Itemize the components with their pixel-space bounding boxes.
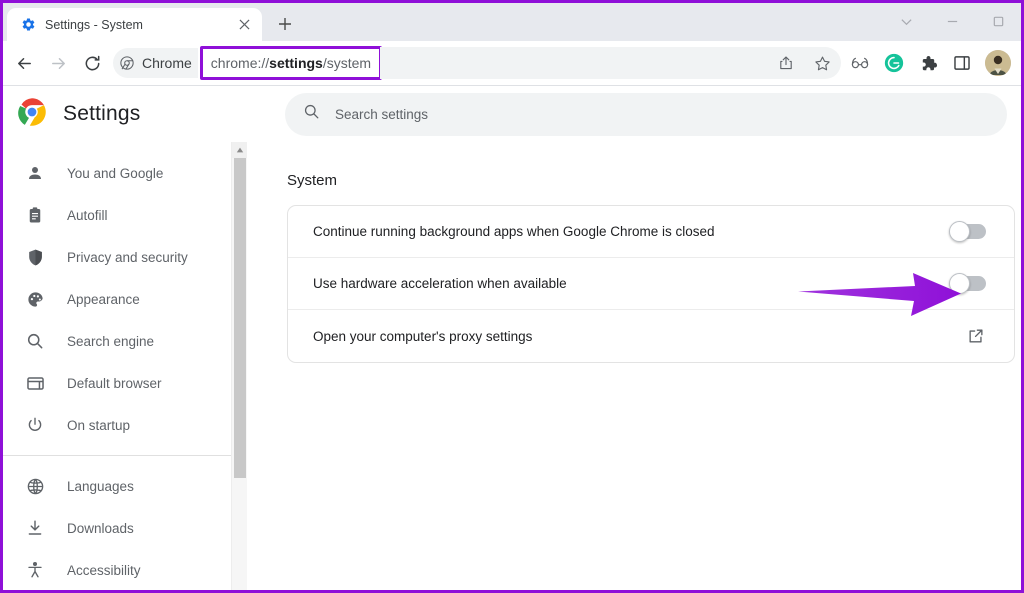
tab-strip: Settings - System <box>3 3 1021 41</box>
window-controls <box>883 3 1021 39</box>
sidebar-item-you-and-google[interactable]: You and Google <box>3 152 247 194</box>
minimize-icon[interactable] <box>929 3 975 39</box>
reading-glasses-icon[interactable] <box>845 48 875 78</box>
settings-sidebar: You and Google Autofill Privacy and secu… <box>3 142 248 590</box>
sidebar-item-label: Default browser <box>67 375 162 391</box>
url-text: chrome://settings/system <box>211 55 371 71</box>
palette-icon <box>25 289 45 309</box>
sidebar-item-label: Languages <box>67 478 134 494</box>
sidebar-item-label: Downloads <box>67 520 134 536</box>
search-icon <box>303 103 320 125</box>
search-icon <box>25 331 45 351</box>
power-icon <box>25 415 45 435</box>
tab-search-chevron-icon[interactable] <box>883 3 929 39</box>
profile-avatar[interactable] <box>985 50 1011 76</box>
scroll-up-arrow-icon[interactable] <box>232 142 248 158</box>
forward-icon[interactable] <box>41 46 75 80</box>
sidebar-item-search-engine[interactable]: Search engine <box>3 320 247 362</box>
back-icon[interactable] <box>7 46 41 80</box>
setting-row-background-apps[interactable]: Continue running background apps when Go… <box>288 206 1014 258</box>
sidebar-item-label: Appearance <box>67 291 140 307</box>
sidebar-item-label: Autofill <box>67 207 108 223</box>
omnibox[interactable]: Chrome chrome://settings/system <box>113 46 841 80</box>
settings-header: Settings Search settings <box>3 86 1021 142</box>
maximize-icon[interactable] <box>975 3 1021 39</box>
omnibox-chrome-label: Chrome <box>142 55 192 71</box>
search-settings-field[interactable]: Search settings <box>285 92 1007 136</box>
browser-window: Settings - System Chrome chrome://settin… <box>0 0 1024 593</box>
sidebar-scrollbar[interactable] <box>231 142 248 590</box>
search-input-placeholder: Search settings <box>335 106 429 122</box>
new-tab-button[interactable] <box>270 9 300 39</box>
url-suffix: /system <box>322 55 372 71</box>
chrome-logo-icon <box>17 97 47 132</box>
tab-title: Settings - System <box>45 17 143 32</box>
toggle-knob <box>949 273 970 294</box>
external-link-icon[interactable] <box>964 324 988 348</box>
sidebar-item-label: On startup <box>67 417 131 433</box>
setting-label: Use hardware acceleration when available <box>313 276 567 291</box>
sidebar-item-label: Privacy and security <box>67 249 188 265</box>
setting-label: Open your computer's proxy settings <box>313 328 533 344</box>
page-title: Settings <box>63 102 141 125</box>
share-icon[interactable] <box>773 50 799 76</box>
grammarly-extension-icon[interactable] <box>879 48 909 78</box>
omnibox-trailing-actions <box>380 47 841 79</box>
url-highlight-box[interactable]: chrome://settings/system <box>199 46 383 80</box>
toggle-knob <box>949 221 970 242</box>
scrollbar-thumb[interactable] <box>234 158 246 478</box>
close-icon[interactable] <box>234 15 254 35</box>
download-icon <box>25 518 45 538</box>
settings-brand: Settings <box>3 97 261 132</box>
accessibility-icon <box>25 560 45 580</box>
sidebar-item-privacy-and-security[interactable]: Privacy and security <box>3 236 247 278</box>
omnibox-chrome-chip: Chrome <box>113 48 198 78</box>
url-bold: settings <box>269 55 323 71</box>
sidebar-item-autofill[interactable]: Autofill <box>3 194 247 236</box>
side-panel-icon[interactable] <box>947 48 977 78</box>
sidebar-item-accessibility[interactable]: Accessibility <box>3 549 247 590</box>
sidebar-item-default-browser[interactable]: Default browser <box>3 362 247 404</box>
browser-toolbar: Chrome chrome://settings/system <box>3 41 1021 86</box>
sidebar-item-label: You and Google <box>67 165 164 181</box>
sidebar-divider <box>3 455 247 456</box>
settings-gear-favicon <box>20 17 36 33</box>
person-icon <box>25 163 45 183</box>
system-settings-card: Continue running background apps when Go… <box>287 205 1015 363</box>
setting-row-proxy-settings[interactable]: Open your computer's proxy settings <box>288 310 1014 362</box>
settings-body: You and Google Autofill Privacy and secu… <box>3 142 1021 590</box>
sidebar-item-downloads[interactable]: Downloads <box>3 507 247 549</box>
bookmark-star-icon[interactable] <box>809 50 835 76</box>
section-title: System <box>287 172 338 189</box>
sidebar-item-on-startup[interactable]: On startup <box>3 404 247 446</box>
setting-row-hardware-acceleration[interactable]: Use hardware acceleration when available <box>288 258 1014 310</box>
sidebar-item-label: Search engine <box>67 333 155 349</box>
shield-icon <box>25 247 45 267</box>
browser-tab[interactable]: Settings - System <box>7 8 262 41</box>
settings-content: System Continue running background apps … <box>247 142 1021 590</box>
browser-window-icon <box>25 373 45 393</box>
background-apps-toggle[interactable] <box>949 221 986 242</box>
reload-icon[interactable] <box>75 46 109 80</box>
hardware-acceleration-toggle[interactable] <box>949 273 986 294</box>
extensions-puzzle-icon[interactable] <box>913 48 943 78</box>
sidebar-item-label: Accessibility <box>67 562 141 578</box>
globe-icon <box>25 476 45 496</box>
url-prefix: chrome:// <box>210 55 270 71</box>
setting-label: Continue running background apps when Go… <box>313 224 715 239</box>
sidebar-item-languages[interactable]: Languages <box>3 465 247 507</box>
clipboard-icon <box>25 205 45 225</box>
sidebar-item-appearance[interactable]: Appearance <box>3 278 247 320</box>
